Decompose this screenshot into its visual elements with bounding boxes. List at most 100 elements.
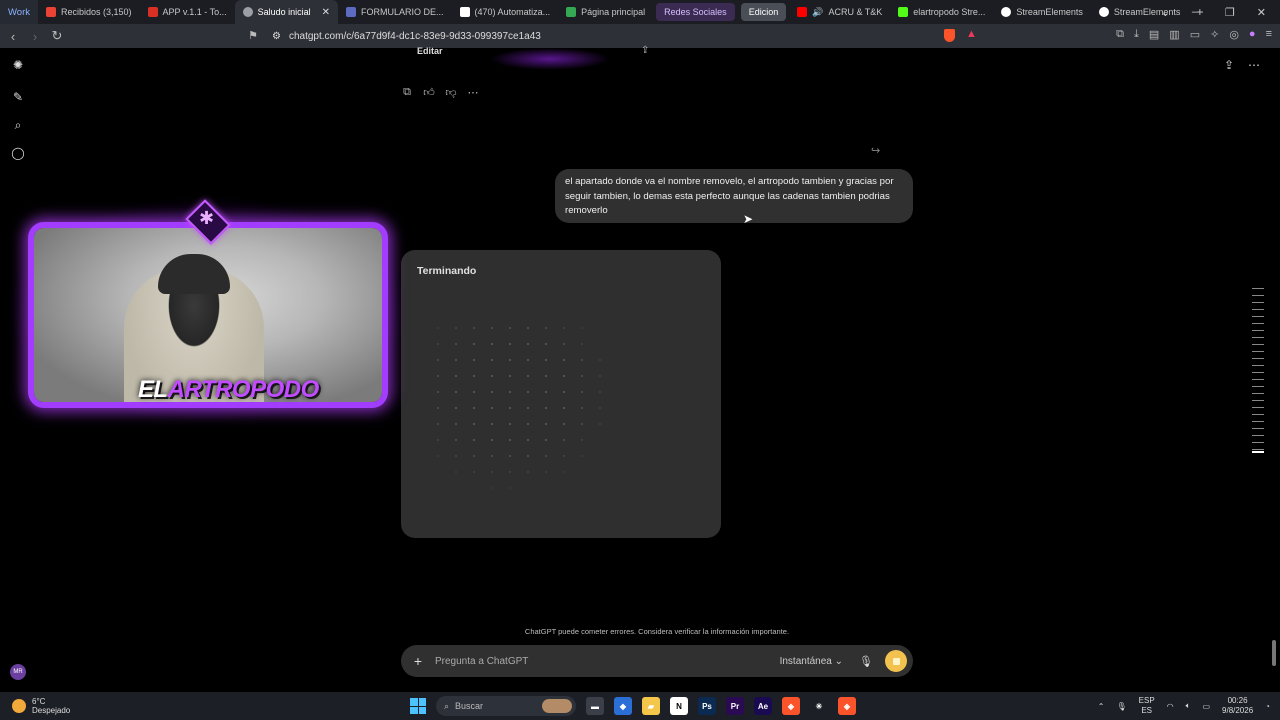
claude-icon[interactable]: ✳	[810, 697, 828, 715]
reload-icon[interactable]: ↻	[48, 28, 66, 44]
site-info-icon[interactable]: ⚙	[272, 31, 281, 42]
edit-label[interactable]: Editar	[417, 46, 443, 56]
taskbar-pinned-apps: ▬ ◆ ▰ N Ps Pr Ae ◈ ✳ ◈	[586, 697, 856, 715]
tab-list-icon[interactable]: ⌄	[1161, 6, 1170, 19]
url-field[interactable]: ⚙ chatgpt.com/c/6a77d9f4-dc1c-83e9-9d33-…	[266, 27, 936, 45]
tab-acru[interactable]: 🔊 ACRU & T&K	[789, 0, 890, 24]
tab-pagina-principal[interactable]: Página principal	[558, 0, 653, 24]
tab-group-redes-sociales[interactable]: Redes Sociales	[656, 3, 735, 21]
forward-icon[interactable]: ›	[26, 29, 44, 44]
url-text: chatgpt.com/c/6a77d9f4-dc1c-83e9-9d33-09…	[288, 30, 541, 42]
minimize-icon[interactable]: —	[1192, 6, 1203, 18]
tab-label: StreamElements	[1016, 7, 1083, 17]
close-tab-icon[interactable]: ✕	[322, 7, 330, 18]
date: 9/8/2026	[1222, 706, 1254, 715]
avatar[interactable]: MR	[10, 664, 26, 680]
address-bar: ‹ › ↻ ⚑ ⚙ chatgpt.com/c/6a77d9f4-dc1c-83…	[0, 24, 1280, 48]
wifi-icon[interactable]: ◠	[1167, 702, 1174, 711]
language-indicator[interactable]: ESP ES	[1139, 696, 1155, 716]
conversation-scroll-markers[interactable]	[1252, 288, 1264, 453]
webcam-overlay: ✱ ELARTROPODO	[12, 198, 404, 422]
streamelements-icon	[1001, 7, 1012, 17]
mic-tray-icon[interactable]: 🎙︎	[1116, 702, 1126, 711]
browser-toolbar: ⧉ ⤓ ▤ ▥ ▭ ✧ ◎ ● ≡	[1116, 28, 1272, 41]
streamer-name-part1: EL	[138, 376, 168, 403]
system-tray: ⌃ 🎙︎ ESP ES ◠ 🔈︎ ▭ 00:26 9/8/2026 ◔	[1098, 696, 1270, 716]
wallet-icon[interactable]: ▭	[1190, 28, 1200, 41]
tab-streamelements-1[interactable]: StreamElements	[993, 0, 1091, 24]
tab-elartropodo[interactable]: elartropodo Stre...	[890, 0, 993, 24]
openai-logo-icon[interactable]: ✺	[9, 56, 27, 74]
tab-label: APP v.1.1 - To...	[162, 7, 227, 17]
tab-app[interactable]: APP v.1.1 - To...	[140, 0, 235, 24]
notifications-icon[interactable]: ◔	[1265, 702, 1270, 711]
lang-bottom: ES	[1141, 706, 1152, 715]
window-controls: ⌄ — ❐ ✕	[1161, 0, 1280, 24]
tab-gmail[interactable]: Recibidos (3,150)	[38, 0, 140, 24]
reply-icon[interactable]: ↪	[871, 144, 880, 157]
download-icon[interactable]: ⤓	[1134, 28, 1139, 41]
tab-label: Saludo inicial	[257, 7, 311, 17]
volume-icon[interactable]: 🔈︎	[1186, 701, 1191, 711]
photoshop-icon[interactable]: Ps	[698, 697, 716, 715]
leo-icon[interactable]: ✧	[1210, 28, 1219, 41]
premiere-icon[interactable]: Pr	[726, 697, 744, 715]
brave-shield-icon[interactable]	[944, 29, 955, 42]
image-glow-fragment	[490, 48, 610, 70]
status-label: Terminando	[417, 265, 477, 277]
copilot-icon[interactable]: ◆	[614, 697, 632, 715]
chats-icon[interactable]: ◯	[9, 144, 27, 162]
folder-icon[interactable]: ▰	[642, 697, 660, 715]
tab-group-edicion[interactable]: Edicion	[740, 3, 787, 21]
profile-icon[interactable]: ●	[1249, 28, 1256, 41]
thumbs-down-icon[interactable]: 👎︎	[445, 86, 457, 99]
microphone-icon[interactable]: 🎙︎	[859, 655, 873, 668]
message-composer[interactable]: + Pregunta a ChatGPT Instantánea ⌄ 🎙︎	[401, 645, 913, 677]
stop-button[interactable]	[885, 650, 907, 672]
image-share-icon[interactable]: ⇪	[641, 45, 649, 56]
brave-rewards-icon[interactable]: ▲	[966, 28, 977, 40]
clock[interactable]: 00:26 9/8/2026	[1222, 696, 1253, 716]
scrollbar-thumb[interactable]	[1272, 640, 1276, 666]
copy-icon[interactable]: ⧉	[401, 86, 413, 99]
forms-icon	[346, 7, 357, 17]
model-mode-select[interactable]: Instantánea ⌄	[780, 656, 843, 667]
new-chat-icon[interactable]: ✎	[9, 88, 27, 106]
more-actions-icon[interactable]: ⋯	[467, 86, 479, 99]
restore-icon[interactable]: ❐	[1225, 6, 1235, 19]
brave-icon[interactable]: ◈	[782, 697, 800, 715]
more-options-icon[interactable]: ⋯	[1248, 58, 1260, 72]
search-icon[interactable]: ⌕	[9, 116, 27, 134]
battery-icon[interactable]: ▭	[1202, 702, 1210, 711]
after-effects-icon[interactable]: Ae	[754, 697, 772, 715]
notion-icon[interactable]: N	[670, 697, 688, 715]
sidebar-toggle-icon[interactable]: ▥	[1169, 28, 1179, 41]
share-icon[interactable]: ⇪	[1224, 58, 1234, 72]
tab-formulario[interactable]: FORMULARIO DE...	[338, 0, 452, 24]
file-explorer-icon[interactable]: ▬	[586, 697, 604, 715]
attach-icon[interactable]: +	[401, 653, 435, 669]
extensions-icon[interactable]: ⧉	[1116, 28, 1124, 41]
thumbs-up-icon[interactable]: 👍︎	[423, 86, 435, 99]
composer-input[interactable]: Pregunta a ChatGPT	[435, 656, 780, 667]
tab-saludo-inicial[interactable]: Saludo inicial ✕	[234, 0, 339, 24]
mouse-cursor-icon: ➤	[743, 212, 754, 226]
back-icon[interactable]: ‹	[4, 29, 22, 44]
close-window-icon[interactable]: ✕	[1257, 6, 1266, 19]
drive-icon	[566, 7, 577, 17]
reading-list-icon[interactable]: ▤	[1149, 28, 1159, 41]
taskbar-search[interactable]: ⌕ Buscar	[436, 696, 576, 716]
workspace-button[interactable]: Work	[0, 0, 38, 24]
search-icon: ⌕	[444, 700, 450, 711]
weather-widget[interactable]: 6°C Despejado	[12, 697, 70, 715]
vpn-icon[interactable]: ◎	[1229, 28, 1239, 41]
tab-automatiza[interactable]: (470) Automatiza...	[452, 0, 559, 24]
spider-icon: ✱	[199, 208, 215, 228]
windows-start-icon[interactable]	[410, 698, 426, 714]
tab-label: elartropodo Stre...	[913, 7, 986, 17]
bookmark-icon[interactable]: ⚑	[244, 29, 262, 42]
tray-overflow-icon[interactable]: ⌃	[1098, 702, 1105, 711]
streamer-name: ELARTROPODO	[138, 376, 319, 404]
menu-icon[interactable]: ≡	[1266, 28, 1272, 41]
brave-active-icon[interactable]: ◈	[838, 697, 856, 715]
